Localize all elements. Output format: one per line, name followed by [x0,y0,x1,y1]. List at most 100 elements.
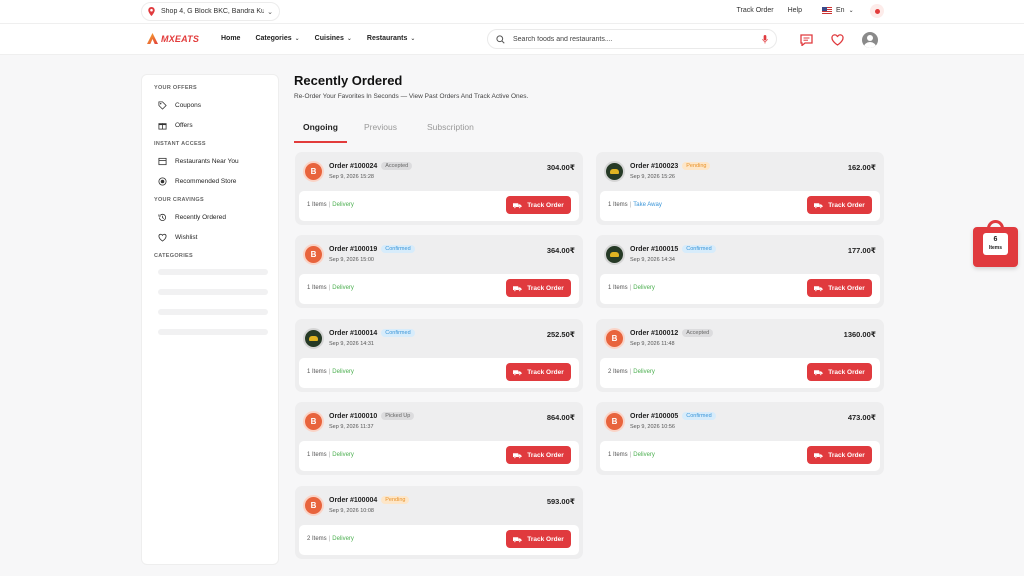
chat-icon[interactable] [800,34,813,46]
separator: | [629,369,632,375]
sidebar-item-coupons[interactable]: Coupons [154,95,266,115]
order-card-header: Order #100015 Confirmed Sep 9, 2026 14:34… [604,243,876,267]
skeleton-line [158,329,268,335]
category-skeleton-list [154,269,268,335]
order-card-header: B Order #100024 Accepted Sep 9, 2026 15:2… [303,160,575,184]
track-order-button[interactable]: Track Order [506,363,571,381]
order-card[interactable]: Order #100014 Confirmed Sep 9, 2026 14:31… [295,319,583,392]
order-card-footer: 1 Items | Take Away Track Order [600,191,880,221]
track-order-link[interactable]: Track Order [737,7,774,14]
skeleton-line [158,269,268,275]
restaurant-initial: B [310,250,317,259]
status-badge: Confirmed [682,412,716,420]
skeleton-line [158,289,268,295]
item-count: 1 Items [608,452,628,458]
order-card[interactable]: B Order #100005 Confirmed Sep 9, 2026 10:… [596,402,884,475]
track-order-button[interactable]: Track Order [807,196,872,214]
food-icon [309,336,318,341]
sidebar-item-restaurants-near-you[interactable]: Restaurants Near You [154,151,266,171]
track-order-button[interactable]: Track Order [807,446,872,464]
order-summary: 1 Items | Delivery [307,452,354,458]
track-order-label: Track Order [527,368,564,376]
location-pin-icon [148,7,155,16]
status-badge: Picked Up [381,412,415,420]
nav-categories-label: Categories [255,35,292,42]
floating-cart-button[interactable]: 6 Items [973,220,1018,268]
order-id: Order #100014 [329,330,378,337]
order-id: Order #100005 [630,413,679,420]
cart-count-label: 6 Items [983,233,1008,255]
track-order-button[interactable]: Track Order [506,446,571,464]
sidebar-item-recently-ordered[interactable]: Recently Ordered [154,207,266,227]
truck-icon [814,285,823,292]
track-order-button[interactable]: Track Order [506,279,571,297]
order-id-line: Order #100024 Accepted [329,162,413,170]
heart-icon[interactable] [831,34,844,46]
tab-ongoing[interactable]: Ongoing [294,118,347,143]
nav-restaurants[interactable]: Restaurants ⌄ [367,35,416,42]
order-card[interactable]: B Order #100004 Pending Sep 9, 2026 10:08… [295,486,583,559]
truck-icon [513,536,522,543]
theme-toggle[interactable] [870,4,884,18]
separator: | [629,202,632,208]
search-input[interactable] [513,35,762,43]
brand-name: MXEATS [161,33,200,44]
nav-cuisines-label: Cuisines [314,35,344,42]
order-id: Order #100012 [630,330,679,337]
restaurant-logo: B [303,411,324,432]
sun-icon [874,8,880,14]
track-order-button[interactable]: Track Order [807,279,872,297]
order-card[interactable]: B Order #100010 Picked Up Sep 9, 2026 11:… [295,402,583,475]
sidebar-item-label: Recently Ordered [175,213,226,221]
track-order-button[interactable]: Track Order [506,530,571,548]
sidebar-item-offers[interactable]: Offers [154,115,266,135]
food-icon [610,252,619,257]
order-date: Sep 9, 2026 14:34 [630,257,675,263]
brand-logo[interactable]: MXEATS [147,33,199,44]
status-badge: Pending [682,162,711,170]
order-card-header: B Order #100004 Pending Sep 9, 2026 10:08… [303,494,575,518]
skeleton-line [158,309,268,315]
gift-icon [158,122,167,130]
tab-previous[interactable]: Previous [355,118,406,143]
order-amount: 864.00₹ [546,413,575,422]
language-selector[interactable]: En ⌄ [822,7,854,14]
status-badge: Confirmed [381,329,415,337]
track-order-label: Track Order [527,201,564,209]
page-title: Recently Ordered [294,73,403,88]
track-order-button[interactable]: Track Order [807,363,872,381]
order-card-header: B Order #100005 Confirmed Sep 9, 2026 10:… [604,410,876,434]
restaurant-logo: B [303,161,324,182]
nav-cuisines[interactable]: Cuisines ⌄ [315,35,352,42]
logo-mark-icon [147,33,158,44]
order-card-header: Order #100014 Confirmed Sep 9, 2026 14:31… [303,327,575,351]
order-card[interactable]: B Order #100019 Confirmed Sep 9, 2026 15:… [295,235,583,308]
order-card[interactable]: Order #100015 Confirmed Sep 9, 2026 14:34… [596,235,884,308]
nav-categories[interactable]: Categories ⌄ [255,35,299,42]
restaurant-logo [604,244,625,265]
order-card[interactable]: Order #100023 Pending Sep 9, 2026 15:26 1… [596,152,884,225]
order-card[interactable]: B Order #100012 Accepted Sep 9, 2026 11:4… [596,319,884,392]
sidebar-item-wishlist[interactable]: Wishlist [154,227,266,247]
order-tabs: Ongoing Previous Subscription [294,118,483,143]
nav-home[interactable]: Home [221,35,240,42]
help-link[interactable]: Help [788,7,802,14]
track-order-label: Track Order [828,284,865,292]
sidebar-item-recommended-store[interactable]: Recommended Store [154,171,266,191]
nav-home-label: Home [221,35,241,42]
order-id-line: Order #100014 Confirmed [329,329,415,337]
microphone-icon[interactable] [762,34,768,44]
language-label: En [836,7,845,14]
separator: | [328,369,331,375]
order-date: Sep 9, 2026 10:56 [630,424,675,430]
truck-icon [814,369,823,376]
order-card-footer: 1 Items | Delivery Track Order [299,191,579,221]
user-avatar[interactable] [862,32,878,48]
tab-subscription[interactable]: Subscription [418,118,483,143]
status-badge: Pending [381,496,410,504]
order-card[interactable]: B Order #100024 Accepted Sep 9, 2026 15:2… [295,152,583,225]
track-order-button[interactable]: Track Order [506,196,571,214]
location-selector[interactable]: Shop 4, G Block BKC, Bandra Ku... ⌄ [141,2,280,21]
target-icon [158,176,167,186]
order-mode: Delivery [633,285,655,291]
